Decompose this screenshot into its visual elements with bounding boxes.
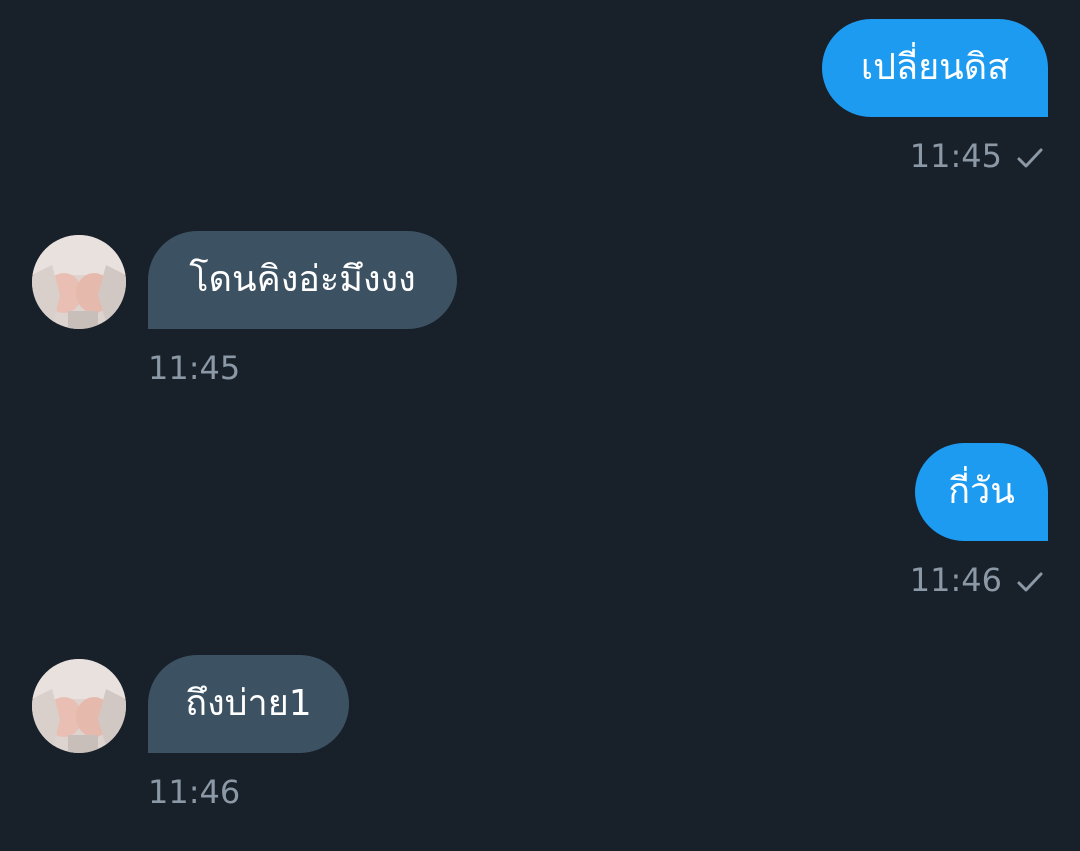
outgoing-message-bubble[interactable]: กี่วัน [915,443,1048,541]
avatar-photo [32,659,126,753]
incoming-message-bubble[interactable]: โดนคิงอ่ะมึงงง [148,231,457,329]
avatar-photo [32,235,126,329]
avatar[interactable] [32,235,126,329]
message-time: 11:46 [909,561,1002,599]
message-meta: 11:45 [148,348,240,388]
check-icon [1017,572,1043,592]
message-text: ถึงบ่าย1 [185,683,312,724]
incoming-message-bubble[interactable]: ถึงบ่าย1 [148,655,349,753]
avatar[interactable] [32,659,126,753]
message-time: 11:46 [148,773,241,811]
message-text: เปลี่ยนดิส [860,47,1010,88]
message-time: 11:45 [909,137,1002,175]
message-time: 11:45 [148,349,241,387]
check-icon [1017,148,1043,168]
message-meta: 11:46 [148,772,240,812]
message-meta: 11:45 [910,136,1044,176]
message-meta: 11:46 [910,560,1044,600]
message-text: กี่วัน [948,471,1015,512]
message-text: โดนคิงอ่ะมึงงง [189,259,416,300]
outgoing-message-bubble[interactable]: เปลี่ยนดิส [822,19,1048,117]
conversation: เปลี่ยนดิส 11:45 โดนคิงอ่ะมึงงง 11:45 กี… [0,0,1080,851]
